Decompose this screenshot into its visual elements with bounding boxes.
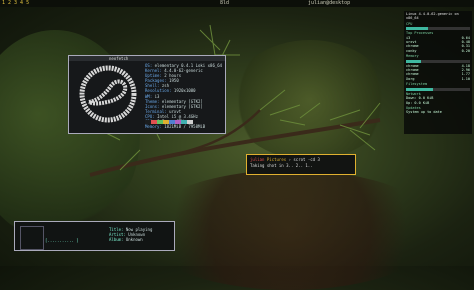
workspace-list[interactable]: 1 2 3 4 5 [2,0,29,7]
playback-progress: [........... ] [45,238,79,243]
disk-bar [406,87,470,91]
memory-label: Memory [406,54,419,59]
prompt-command: scrot -cd 3 [293,157,320,162]
color-palette [145,120,193,124]
track-field-value: Unknown [125,237,143,242]
window-title: 8ld [220,0,230,6]
info-value: 1920x1080 [173,88,196,94]
track-metadata: Title: Now playing Artist: Unknown Album: … [109,227,152,242]
memory-process-list: chrome 4.18 chrome 2.96 chrome 1.77 Xorg 1.10 [406,64,470,82]
prompt-line: julian Pictures › scrot -cd 3 [250,157,320,162]
prompt-dir: Pictures [266,157,287,162]
network-up: Up: 0.0 KiB [406,100,430,105]
system-monitor-panel: Linux 4.4.0-62-generic on x86_64 CPU Top… [404,11,472,134]
scrot-terminal[interactable]: julian Pictures › scrot -cd 3 Taking sho… [246,154,356,175]
info-value: 1950 [169,78,179,84]
music-player-terminal[interactable]: [........... ] Title: Now playing Artist:… [14,221,175,251]
status-bar: 1 2 3 4 5 8ld julian@desktop [0,0,474,7]
elementary-logo [79,65,137,123]
process-name: conky [406,48,417,53]
terminal-titlebar[interactable]: neofetch [69,56,225,61]
cpu-label: CPU [406,21,413,26]
sysmon-header: Linux 4.4.0-62-generic on x86_64 [406,12,459,21]
track-field-key: Album: [109,237,126,242]
process-row: conky 0.20 [406,49,470,53]
process-value: 1.10 [461,76,470,81]
neofetch-terminal[interactable]: neofetch OS: elementary 0.4.1 Loki x86_6… [68,55,226,134]
info-key: Memory: [145,124,165,130]
process-row: Xorg 1.10 [406,77,470,81]
cpu-process-list: i3 0.64 urxvt 0.48 chrome 0.31 conky 0.20 [406,36,470,54]
process-name: Xorg [406,76,415,81]
status-info: julian@desktop [308,0,351,6]
memory-bar [406,59,470,63]
palette-swatch [187,120,193,124]
disk-label: Filesystem [406,82,428,87]
prompt-user: julian [250,157,265,162]
process-value: 0.20 [461,48,470,53]
info-line: Memory: 1821MiB / 7958MiB [145,124,222,129]
album-art [20,226,44,250]
info-value: 1821MiB / 7958MiB [164,124,206,130]
cpu-bar [406,27,470,31]
command-output: Taking shot in 3.. 2.. 1.. [250,163,313,168]
updates-status: System up to date [406,110,442,115]
track-field: Album: Unknown [109,237,152,242]
